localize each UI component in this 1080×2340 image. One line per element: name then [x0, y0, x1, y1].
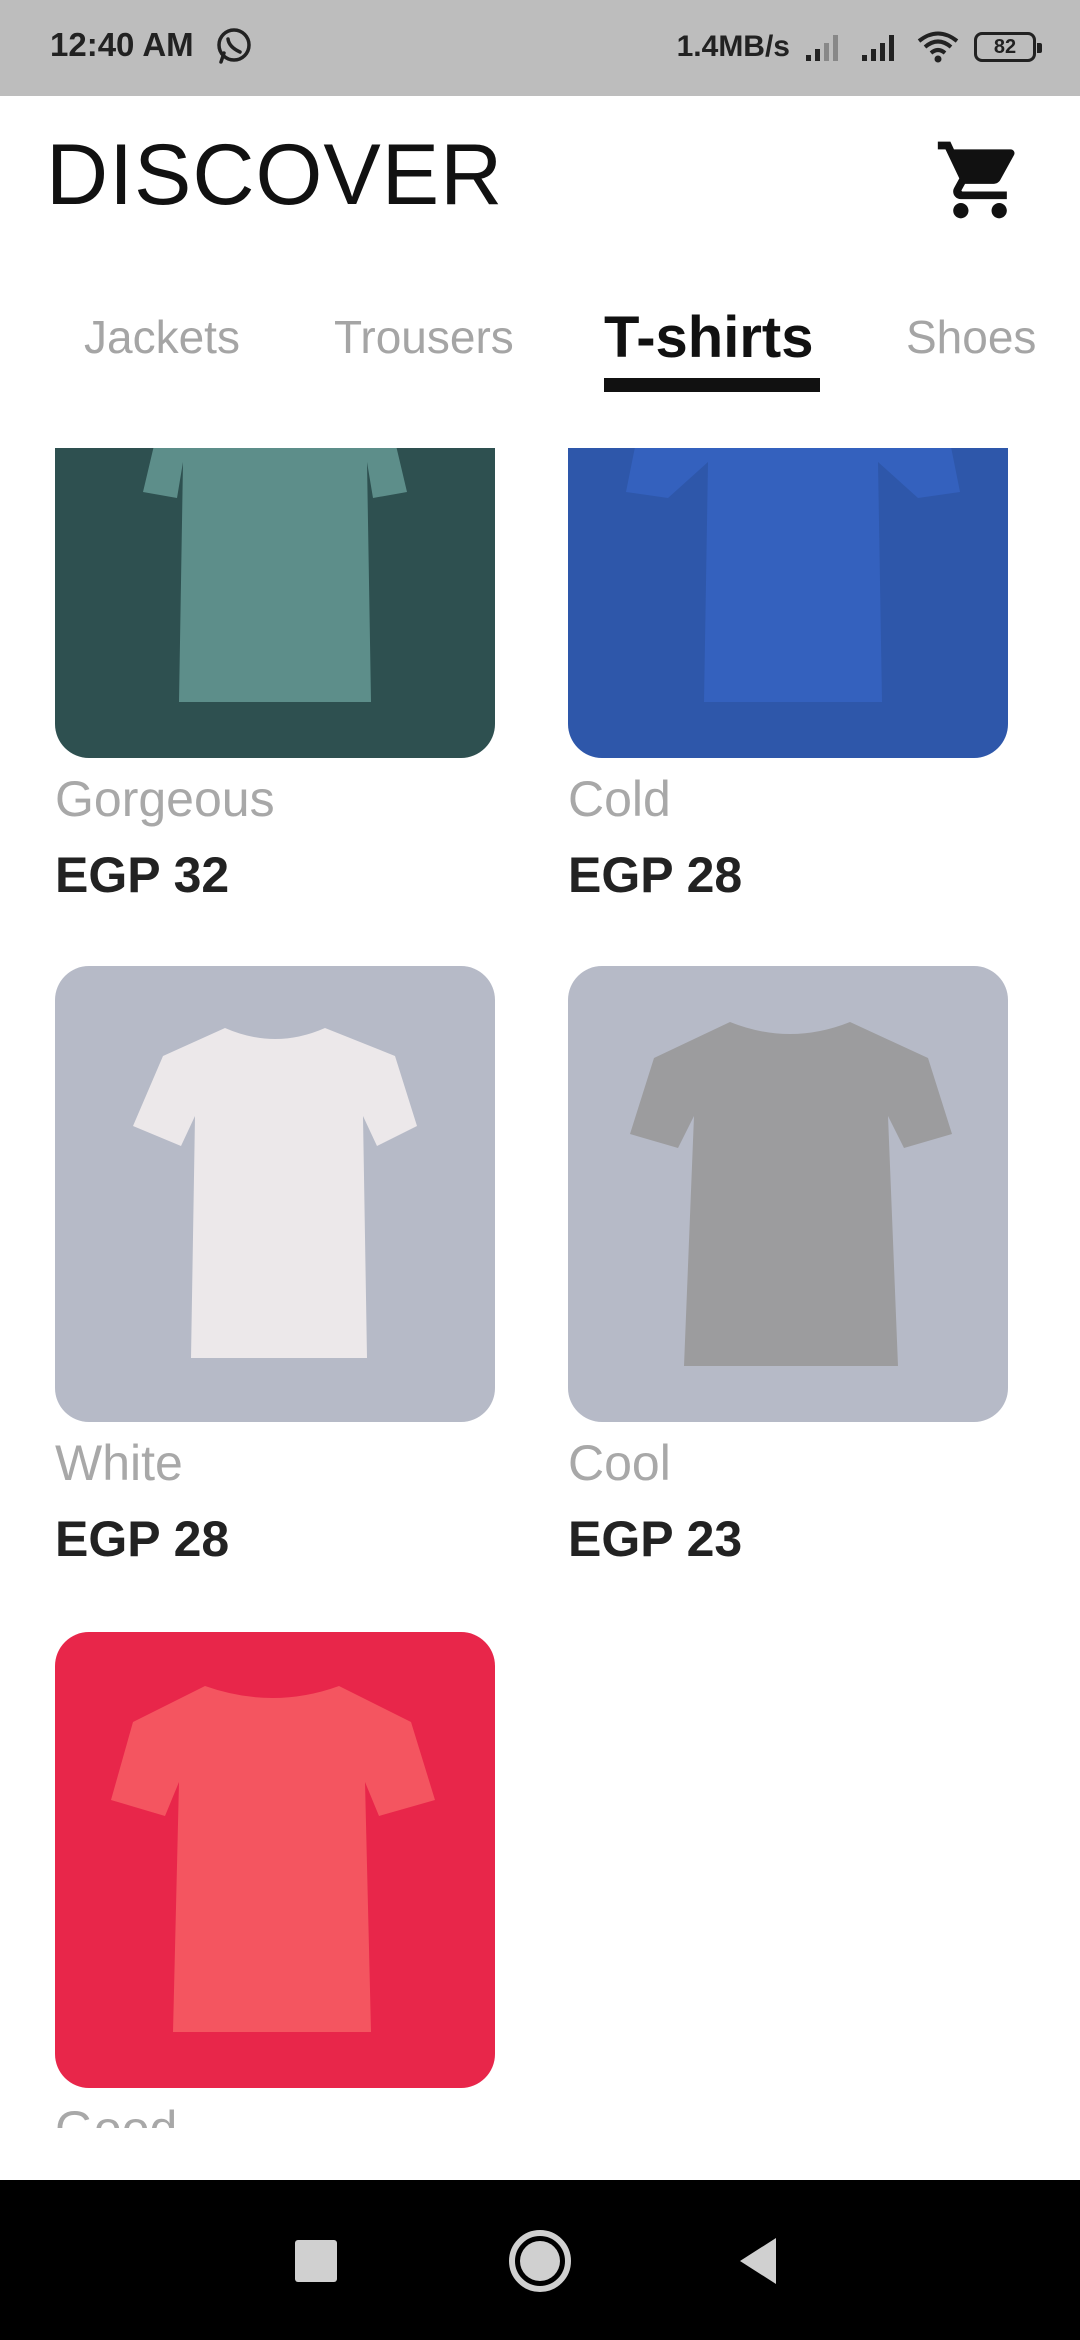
- tab-shoes[interactable]: Shoes: [906, 310, 1036, 364]
- tab-t-shirts[interactable]: T-shirts: [604, 304, 814, 371]
- product-image[interactable]: [55, 448, 495, 758]
- tab-jackets[interactable]: Jackets: [84, 310, 240, 364]
- product-price: EGP 32: [55, 847, 230, 903]
- product-grid: Gorgeous EGP 32 Cold EGP 28 White EGP 28…: [0, 448, 1080, 2128]
- category-tabs: Jackets Trousers T-shirts Shoes: [0, 300, 1080, 400]
- product-name: Good: [55, 2100, 177, 2128]
- tab-trousers[interactable]: Trousers: [334, 310, 514, 364]
- product-image[interactable]: [55, 1632, 495, 2088]
- product-name: Cool: [568, 1435, 671, 1491]
- back-triangle-icon[interactable]: [726, 2226, 796, 2296]
- product-card[interactable]: Good: [55, 1632, 495, 2128]
- status-time: 12:40 AM: [50, 26, 194, 63]
- battery-level: 82: [993, 35, 1017, 58]
- recents-square-icon[interactable]: [281, 2226, 351, 2296]
- signal-weak-icon: [806, 35, 838, 61]
- network-speed: 1.4MB/s: [676, 30, 790, 63]
- signal-icon: [862, 35, 894, 61]
- wifi-icon: [917, 31, 959, 63]
- product-card[interactable]: White EGP 28: [55, 966, 495, 1567]
- home-circle-icon[interactable]: [505, 2226, 575, 2296]
- product-name: Gorgeous: [55, 771, 275, 827]
- product-image[interactable]: [55, 966, 495, 1422]
- status-bar: 12:40 AM 1.4MB/s 82: [0, 0, 1080, 96]
- active-tab-indicator: [604, 378, 820, 392]
- battery-icon: 82: [974, 32, 1042, 62]
- product-price: EGP 28: [55, 1511, 230, 1567]
- page-title: DISCOVER: [46, 127, 504, 223]
- system-nav-bar: [0, 2180, 1080, 2340]
- whatsapp-icon: [217, 28, 251, 64]
- product-image[interactable]: [568, 448, 1008, 758]
- product-card[interactable]: Gorgeous EGP 32: [55, 448, 495, 903]
- app-header: DISCOVER: [0, 96, 1080, 296]
- product-price: EGP 28: [568, 847, 743, 903]
- product-name: White: [55, 1435, 183, 1491]
- product-card[interactable]: Cold EGP 28: [568, 448, 1008, 903]
- product-name: Cold: [568, 771, 671, 827]
- shopping-cart-icon[interactable]: [934, 134, 1026, 226]
- product-card[interactable]: Cool EGP 23: [568, 966, 1008, 1567]
- product-image[interactable]: [568, 966, 1008, 1422]
- product-price: EGP 23: [568, 1511, 743, 1567]
